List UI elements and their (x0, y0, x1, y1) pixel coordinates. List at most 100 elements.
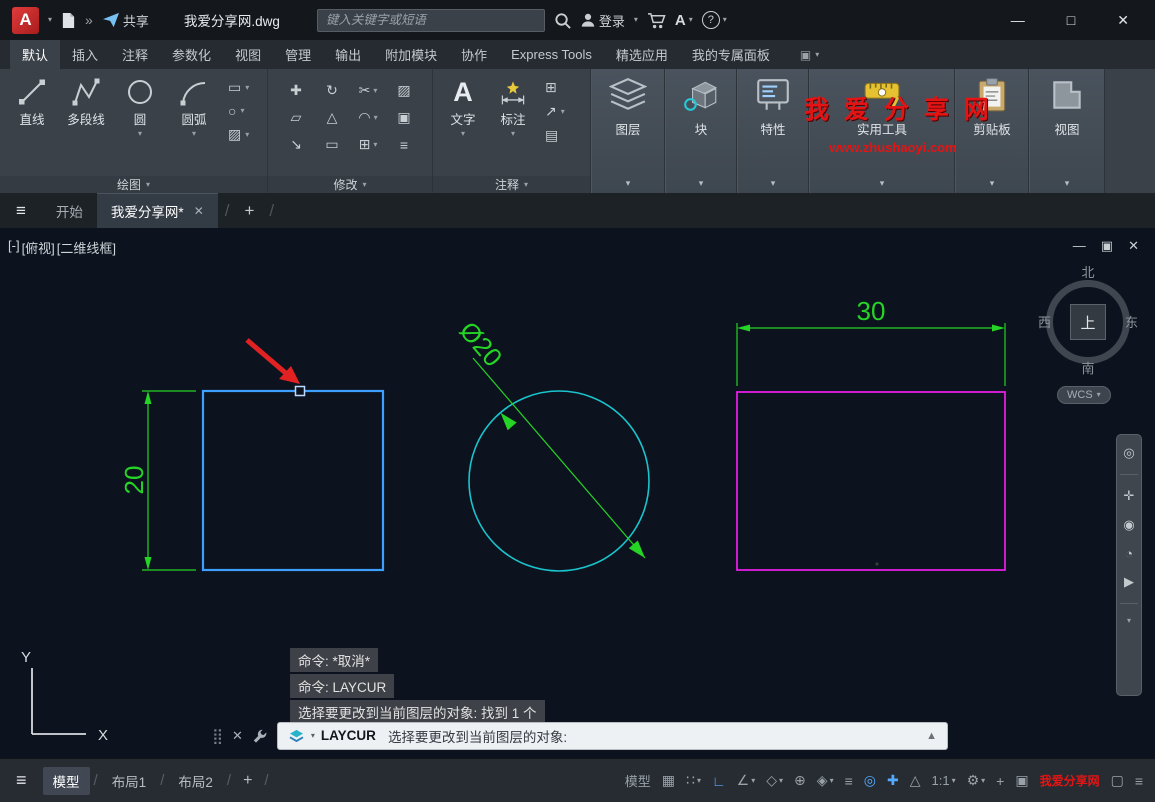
status-menu-icon[interactable]: ≡ (0, 770, 43, 791)
lineweight-toggle[interactable]: ≡ (845, 773, 853, 789)
ribbon-panel-utilities[interactable]: 实用工具 ▾ (809, 69, 955, 193)
share-button[interactable]: 共享 (102, 11, 149, 30)
viewcube-east[interactable]: 东 (1125, 312, 1138, 331)
stretch-tool[interactable]: ↘ (278, 131, 314, 158)
explode-tool[interactable]: ▣ (386, 104, 422, 131)
search-icon[interactable] (554, 12, 571, 29)
hatch-tool[interactable]: ▨▾ (228, 126, 249, 143)
viewcube-north[interactable]: 北 (1040, 262, 1136, 281)
osnap-toggle[interactable]: ◈▾ (817, 772, 834, 789)
erase-tool[interactable]: ▨ (386, 77, 422, 104)
search-input[interactable] (317, 9, 545, 32)
pan-icon[interactable]: ✛ (1124, 488, 1135, 504)
dimension-caret-icon[interactable]: ▾ (511, 130, 515, 138)
start-tab[interactable]: 开始 (42, 193, 97, 228)
close-tab-icon[interactable]: ✕ (194, 204, 204, 218)
rectangle-dimension[interactable] (737, 323, 1005, 386)
ellipse-tool[interactable]: ○▾ (228, 103, 249, 119)
ribbon-panel-layers[interactable]: 图层 ▾ (591, 69, 665, 193)
viewport-restore-icon[interactable]: ▣ (1101, 238, 1113, 254)
layout1-tab[interactable]: 布局1 (102, 767, 157, 795)
zoom-icon[interactable]: ◉ (1123, 517, 1134, 533)
layout2-tab[interactable]: 布局2 (168, 767, 223, 795)
viewport-minimize-icon[interactable]: — (1073, 238, 1086, 254)
ribbon-tab-featured-apps[interactable]: 精选应用 (604, 40, 680, 69)
ribbon-panel-block[interactable]: 块 ▾ (665, 69, 737, 193)
close-button[interactable]: ✕ (1117, 12, 1129, 29)
annotation-panel-title[interactable]: 注释▾ (433, 176, 590, 193)
dimension-tool[interactable]: 标注 ▾ (489, 75, 537, 138)
view-name-menu[interactable]: [俯视] (22, 238, 55, 257)
ribbon-tab-annotate[interactable]: 注释 (110, 40, 160, 69)
square-entity[interactable] (203, 391, 383, 570)
array-tool[interactable]: ⊞▾ (350, 131, 386, 158)
cart-icon[interactable] (647, 12, 666, 29)
clean-screen-toggle[interactable]: ▢ (1111, 772, 1124, 789)
showmotion-icon[interactable]: ▶ (1124, 574, 1134, 590)
steering-wheel-icon[interactable]: ◎ (1123, 445, 1134, 461)
file-tabs-menu-icon[interactable]: ≡ (0, 193, 42, 228)
model-tab[interactable]: 模型 (43, 767, 90, 795)
modify-panel-title[interactable]: 修改▾ (268, 176, 432, 193)
trim-tool[interactable]: ✂▾ (350, 77, 386, 104)
drawing-area[interactable]: 20 Ø20 30 (0, 228, 1155, 758)
selection-cycling-toggle[interactable]: ◎ (864, 772, 876, 789)
space-indicator[interactable]: 模型 (625, 771, 651, 790)
navbar-more-caret-icon[interactable]: ▾ (1127, 617, 1131, 625)
command-prompt-text[interactable]: 选择要更改到当前图层的对象: (388, 726, 567, 746)
orbit-icon[interactable]: ◔ (1125, 546, 1133, 561)
ribbon-panel-view[interactable]: 视图 ▾ (1029, 69, 1105, 193)
otrack-toggle[interactable]: ⊕ (794, 772, 806, 789)
ortho-toggle[interactable]: ∟ (712, 773, 726, 789)
fillet-tool[interactable]: ◠▾ (350, 104, 386, 131)
ribbon-tab-default[interactable]: 默认 (10, 40, 60, 69)
ribbon-tab-custom-panel[interactable]: 我的专属面板 (680, 40, 782, 69)
line-tool[interactable]: 直线 (6, 75, 58, 128)
quick-access-expand-icon[interactable]: » (85, 12, 93, 28)
navigation-bar[interactable]: ◎ ✛ ◉ ◔ ▶ ▾ (1116, 434, 1142, 696)
annotation-style-tool[interactable]: ▤ (545, 127, 565, 144)
command-input-bar[interactable]: ▾ LAYCUR 选择要更改到当前图层的对象: ▲ (277, 722, 948, 750)
draw-panel-title[interactable]: 绘图▾ (0, 176, 267, 193)
account-caret-icon[interactable]: ▾ (634, 16, 638, 24)
viewcube-top-face[interactable]: 上 (1070, 304, 1106, 340)
viewport-menu[interactable]: [-] (8, 238, 20, 257)
polyline-tool[interactable]: 多段线 (60, 75, 112, 128)
ribbon-tab-insert[interactable]: 插入 (60, 40, 110, 69)
scale-tool[interactable]: ▭ (314, 131, 350, 158)
annotation-scale-control[interactable]: 1:1▾ (931, 773, 955, 788)
circle-dimension[interactable] (473, 358, 645, 558)
circle-entity[interactable] (469, 391, 649, 571)
ribbon-tab-output[interactable]: 输出 (323, 40, 373, 69)
ribbon-panel-properties[interactable]: 特性 ▾ (737, 69, 809, 193)
ribbon-tab-collaborate[interactable]: 协作 (449, 40, 499, 69)
customization-control[interactable]: ⚙▾ (967, 772, 986, 789)
new-drawing-tab-button[interactable]: + (236, 193, 262, 228)
copy-tool[interactable]: ▱ (278, 104, 314, 131)
wcs-menu[interactable]: WCS ▾ (1057, 386, 1111, 404)
ribbon-tab-manage[interactable]: 管理 (273, 40, 323, 69)
ribbon-tab-parametric[interactable]: 参数化 (160, 40, 223, 69)
command-line-close-icon[interactable]: ✕ (232, 728, 243, 744)
snap-toggle[interactable]: ∷▾ (686, 772, 701, 789)
annotation-visibility-toggle[interactable]: △ (910, 772, 921, 789)
isolate-objects-toggle[interactable]: ▣ (1015, 772, 1028, 789)
new-file-button[interactable] (61, 12, 76, 29)
rotate-tool[interactable]: ↻ (314, 77, 350, 104)
isodraft-toggle[interactable]: ◇▾ (766, 772, 783, 789)
ribbon-panel-clipboard[interactable]: 剪贴板 ▾ (955, 69, 1029, 193)
ribbon-tab-view[interactable]: 视图 (223, 40, 273, 69)
text-caret-icon[interactable]: ▾ (461, 130, 465, 138)
dynamic-input-toggle[interactable]: ✚ (887, 772, 899, 789)
arc-caret-icon[interactable]: ▾ (192, 130, 196, 138)
move-tool[interactable]: ✚ (278, 77, 314, 104)
circle-tool[interactable]: 圆 ▾ (114, 75, 166, 138)
sign-in-button[interactable]: 登录 (580, 11, 625, 30)
command-options-caret-icon[interactable]: ▾ (311, 731, 315, 740)
visual-style-menu[interactable]: [二维线框] (57, 238, 116, 257)
viewcube[interactable]: 北 西 东 上 南 (1040, 258, 1136, 400)
leader-tool[interactable]: ↗▾ (545, 103, 565, 120)
square-dimension[interactable] (142, 391, 196, 570)
minimize-button[interactable]: — (1011, 12, 1025, 28)
add-cleanup-button[interactable]: + (996, 773, 1004, 789)
